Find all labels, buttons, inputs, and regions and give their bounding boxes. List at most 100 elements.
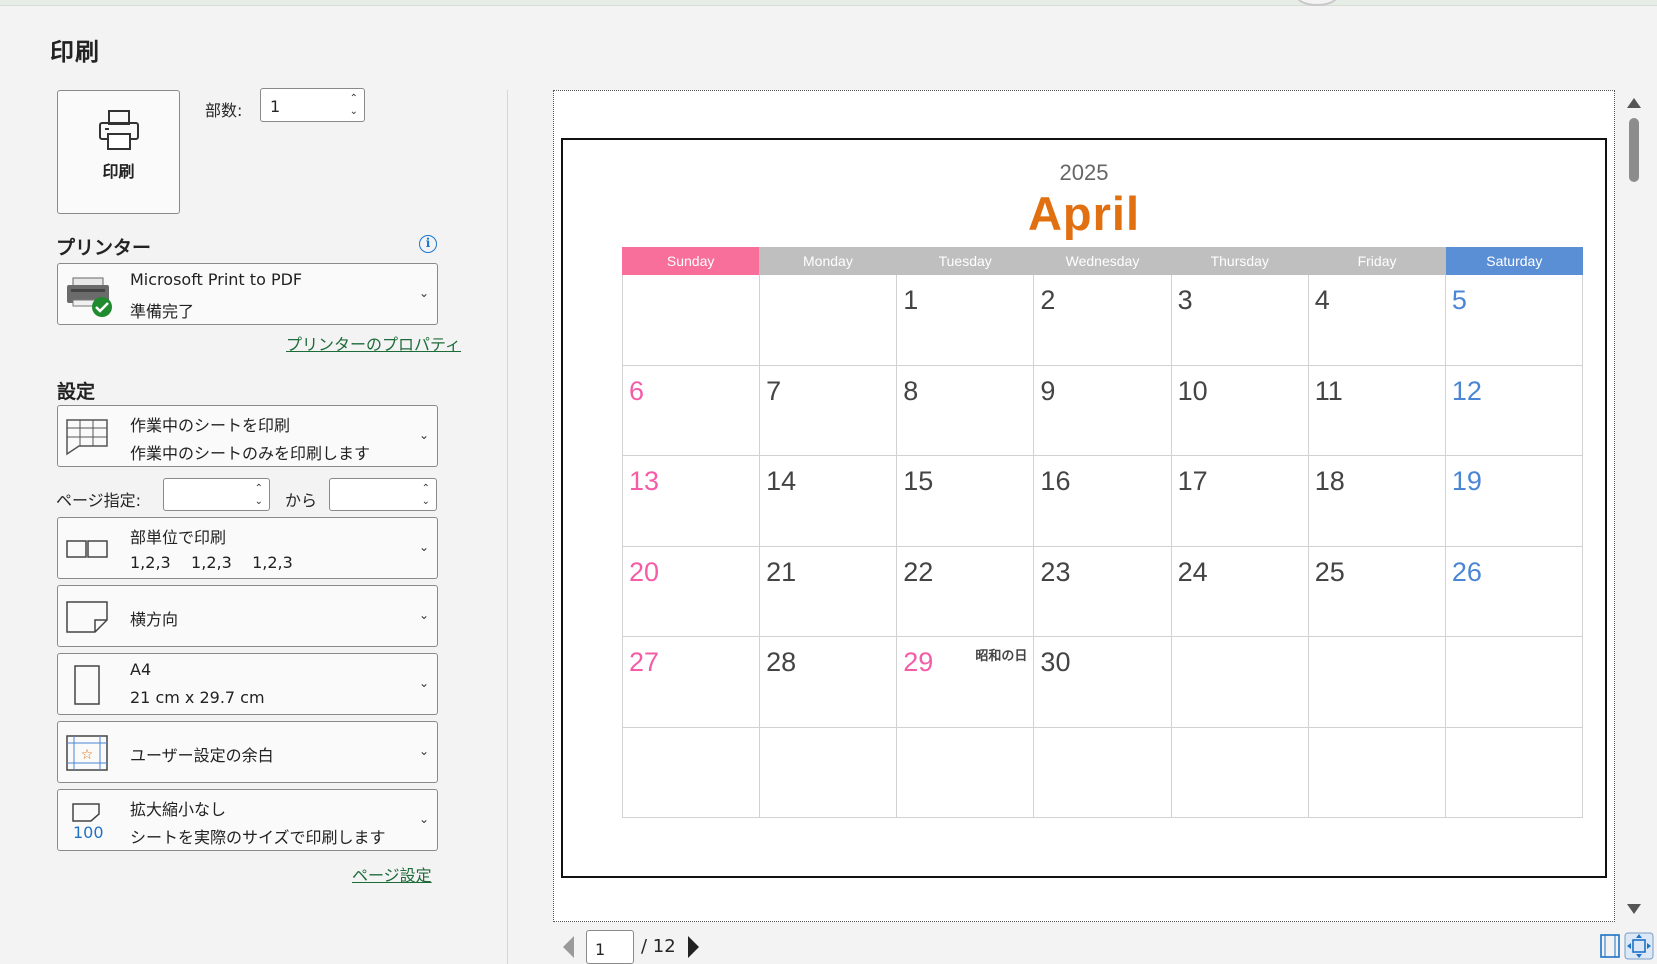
printer-heading: プリンター xyxy=(56,237,152,259)
scaling-page-icon xyxy=(72,803,100,822)
page-to-input[interactable]: ⌃ ⌄ xyxy=(329,478,437,511)
margins-title: ユーザー設定の余白 xyxy=(130,746,274,765)
chevron-down-icon: ⌄ xyxy=(418,286,429,300)
preview-page: 20 2 5 April Sunday Monday Tuesday Wednesday T… xyxy=(561,138,1607,878)
calendar-day-number: 26 xyxy=(1451,556,1482,587)
calendar-day-cell: 8 xyxy=(897,365,1035,455)
calendar-week-row: 13 14 15 16 17 18 19 xyxy=(623,456,1583,547)
printer-icon xyxy=(98,110,139,150)
scaling-select[interactable]: 100 拡大縮小なし シートを実際のサイズで印刷します ⌄ xyxy=(57,789,438,851)
print-button-label: 印刷 xyxy=(102,162,135,181)
calendar-day-number: 1 xyxy=(903,285,919,315)
page-from-input[interactable]: ⌃ ⌄ xyxy=(163,478,270,511)
calendar-day-number: 21 xyxy=(766,556,797,587)
calendar-day-cell: 16 xyxy=(1034,456,1172,546)
chevron-down-icon: ⌄ xyxy=(418,608,429,622)
orientation-select[interactable]: 横方向 ⌄ xyxy=(57,585,438,647)
calendar-day-number: 27 xyxy=(629,647,660,677)
calendar-day-cell xyxy=(1309,727,1446,817)
chevron-down-icon: ⌄ xyxy=(418,540,429,554)
calendar-day-cell: 2 xyxy=(1034,275,1172,365)
calendar-day-number: 2 xyxy=(1040,285,1056,315)
chevron-down-icon: ⌄ xyxy=(418,744,429,758)
scroll-up-icon[interactable] xyxy=(1627,98,1641,108)
calendar-day-cell: 9 xyxy=(1034,365,1172,455)
calendar-day-cell: 24 xyxy=(1172,546,1309,636)
calendar-week-row: 20 21 22 23 24 25 26 xyxy=(623,546,1583,637)
stepper-arrows-icon[interactable]: ⌃ ⌄ xyxy=(422,482,430,508)
print-button[interactable]: 印刷 xyxy=(57,90,180,214)
info-icon[interactable]: i xyxy=(419,235,437,253)
settings-heading: 設定 xyxy=(57,381,96,403)
current-page-input[interactable]: 1 xyxy=(586,930,634,964)
weekday-header-row: Sunday Monday Tuesday Wednesday Thursday Frid… xyxy=(622,247,1583,275)
next-page-icon[interactable] xyxy=(688,936,699,958)
calendar-day-cell: 23 xyxy=(1034,546,1172,636)
svg-text:☆: ☆ xyxy=(81,747,94,763)
weekday-header: Thursday xyxy=(1171,247,1309,275)
calendar-day-number: 3 xyxy=(1177,285,1193,315)
printer-properties-link[interactable]: プリンターのプロパティ xyxy=(286,331,461,355)
calendar-grid: Sunday Monday Tuesday Wednesday Thursday Frid… xyxy=(622,247,1583,818)
printer-select[interactable]: Microsoft Print to PDF 準備完了 ⌄ xyxy=(57,263,438,325)
calendar-day-cell: 17 xyxy=(1172,456,1309,546)
calendar-day-cell: 28 xyxy=(760,637,898,727)
calendar-day-number: 20 xyxy=(629,556,660,587)
calendar-day-cell: 18 xyxy=(1309,456,1446,546)
calendar-day-cell: 4 xyxy=(1309,275,1446,365)
print-what-select[interactable]: 作業中のシートを印刷 作業中のシートのみを印刷します ⌄ xyxy=(57,405,438,467)
calendar-day-cell xyxy=(1446,727,1583,817)
show-margins-icon[interactable] xyxy=(1596,932,1624,960)
calendar-day-number: 30 xyxy=(1040,647,1071,677)
calendar-day-cell: 3 xyxy=(1172,275,1309,365)
total-pages: / 12 xyxy=(641,936,676,957)
printer-status: 準備完了 xyxy=(130,302,195,321)
stepper-arrows-icon[interactable]: ⌃ ⌄ xyxy=(350,92,358,118)
top-bar xyxy=(0,0,1657,6)
previous-page-icon[interactable] xyxy=(563,936,574,958)
preview-scrollbar[interactable] xyxy=(1623,90,1645,922)
calendar-month: April xyxy=(1027,187,1141,240)
calendar-day-cell xyxy=(1034,727,1172,817)
scroll-down-icon[interactable] xyxy=(1627,904,1641,914)
page-setup-link[interactable]: ページ設定 xyxy=(352,862,432,886)
calendar-day-cell: 11 xyxy=(1309,365,1446,455)
calendar-day-number: 11 xyxy=(1314,375,1343,406)
calendar-day-number: 4 xyxy=(1314,285,1330,315)
calendar-day-number: 5 xyxy=(1451,285,1467,315)
calendar-week-row: 6 7 8 9 10 11 12 xyxy=(623,365,1583,456)
sheet-grid-icon xyxy=(66,419,108,456)
page-title: 印刷 xyxy=(50,38,100,66)
print-what-title: 作業中のシートを印刷 xyxy=(130,416,291,435)
calendar-day-cell xyxy=(1172,727,1309,817)
top-tab-shape xyxy=(1296,0,1338,6)
collate-desc: 1,2,3 1,2,3 1,2,3 xyxy=(130,553,293,572)
calendar-day-number: 7 xyxy=(766,375,782,406)
scroll-thumb[interactable] xyxy=(1629,118,1639,182)
copies-label: 部数: xyxy=(205,101,243,120)
calendar-day-cell: 30 xyxy=(1034,637,1172,727)
portrait-page-icon xyxy=(74,665,100,705)
weekday-header: Tuesday xyxy=(896,247,1034,275)
calendar-day-number: 8 xyxy=(903,375,919,406)
calendar-week-row: 27 28 29 昭和の日 30 xyxy=(623,637,1583,728)
collate-select[interactable]: 部単位で印刷 1,2,3 1,2,3 1,2,3 ⌄ xyxy=(57,517,438,579)
paper-size-select[interactable]: A4 21 cm x 29.7 cm ⌄ xyxy=(57,653,438,715)
zoom-to-page-icon[interactable] xyxy=(1624,932,1654,960)
calendar-day-cell xyxy=(623,727,761,817)
calendar-week-row xyxy=(623,727,1583,818)
margins-select[interactable]: ☆ ユーザー設定の余白 ⌄ xyxy=(57,721,438,783)
calendar-day-cell: 26 xyxy=(1446,546,1583,636)
paper-size-desc: 21 cm x 29.7 cm xyxy=(130,688,265,707)
calendar-day-cell: 6 xyxy=(623,365,761,455)
calendar-day-number: 9 xyxy=(1040,375,1056,406)
calendar-day-cell: 10 xyxy=(1172,365,1309,455)
weekday-header: Friday xyxy=(1308,247,1446,275)
printer-name: Microsoft Print to PDF xyxy=(130,270,303,289)
paper-size-title: A4 xyxy=(130,660,152,679)
calendar-day-cell: 29 昭和の日 xyxy=(897,637,1035,727)
stepper-arrows-icon[interactable]: ⌃ ⌄ xyxy=(255,482,263,508)
copies-stepper[interactable]: 1 ⌃ ⌄ xyxy=(260,88,365,122)
collate-title: 部単位で印刷 xyxy=(130,528,227,547)
calendar-day-cell xyxy=(897,727,1035,817)
